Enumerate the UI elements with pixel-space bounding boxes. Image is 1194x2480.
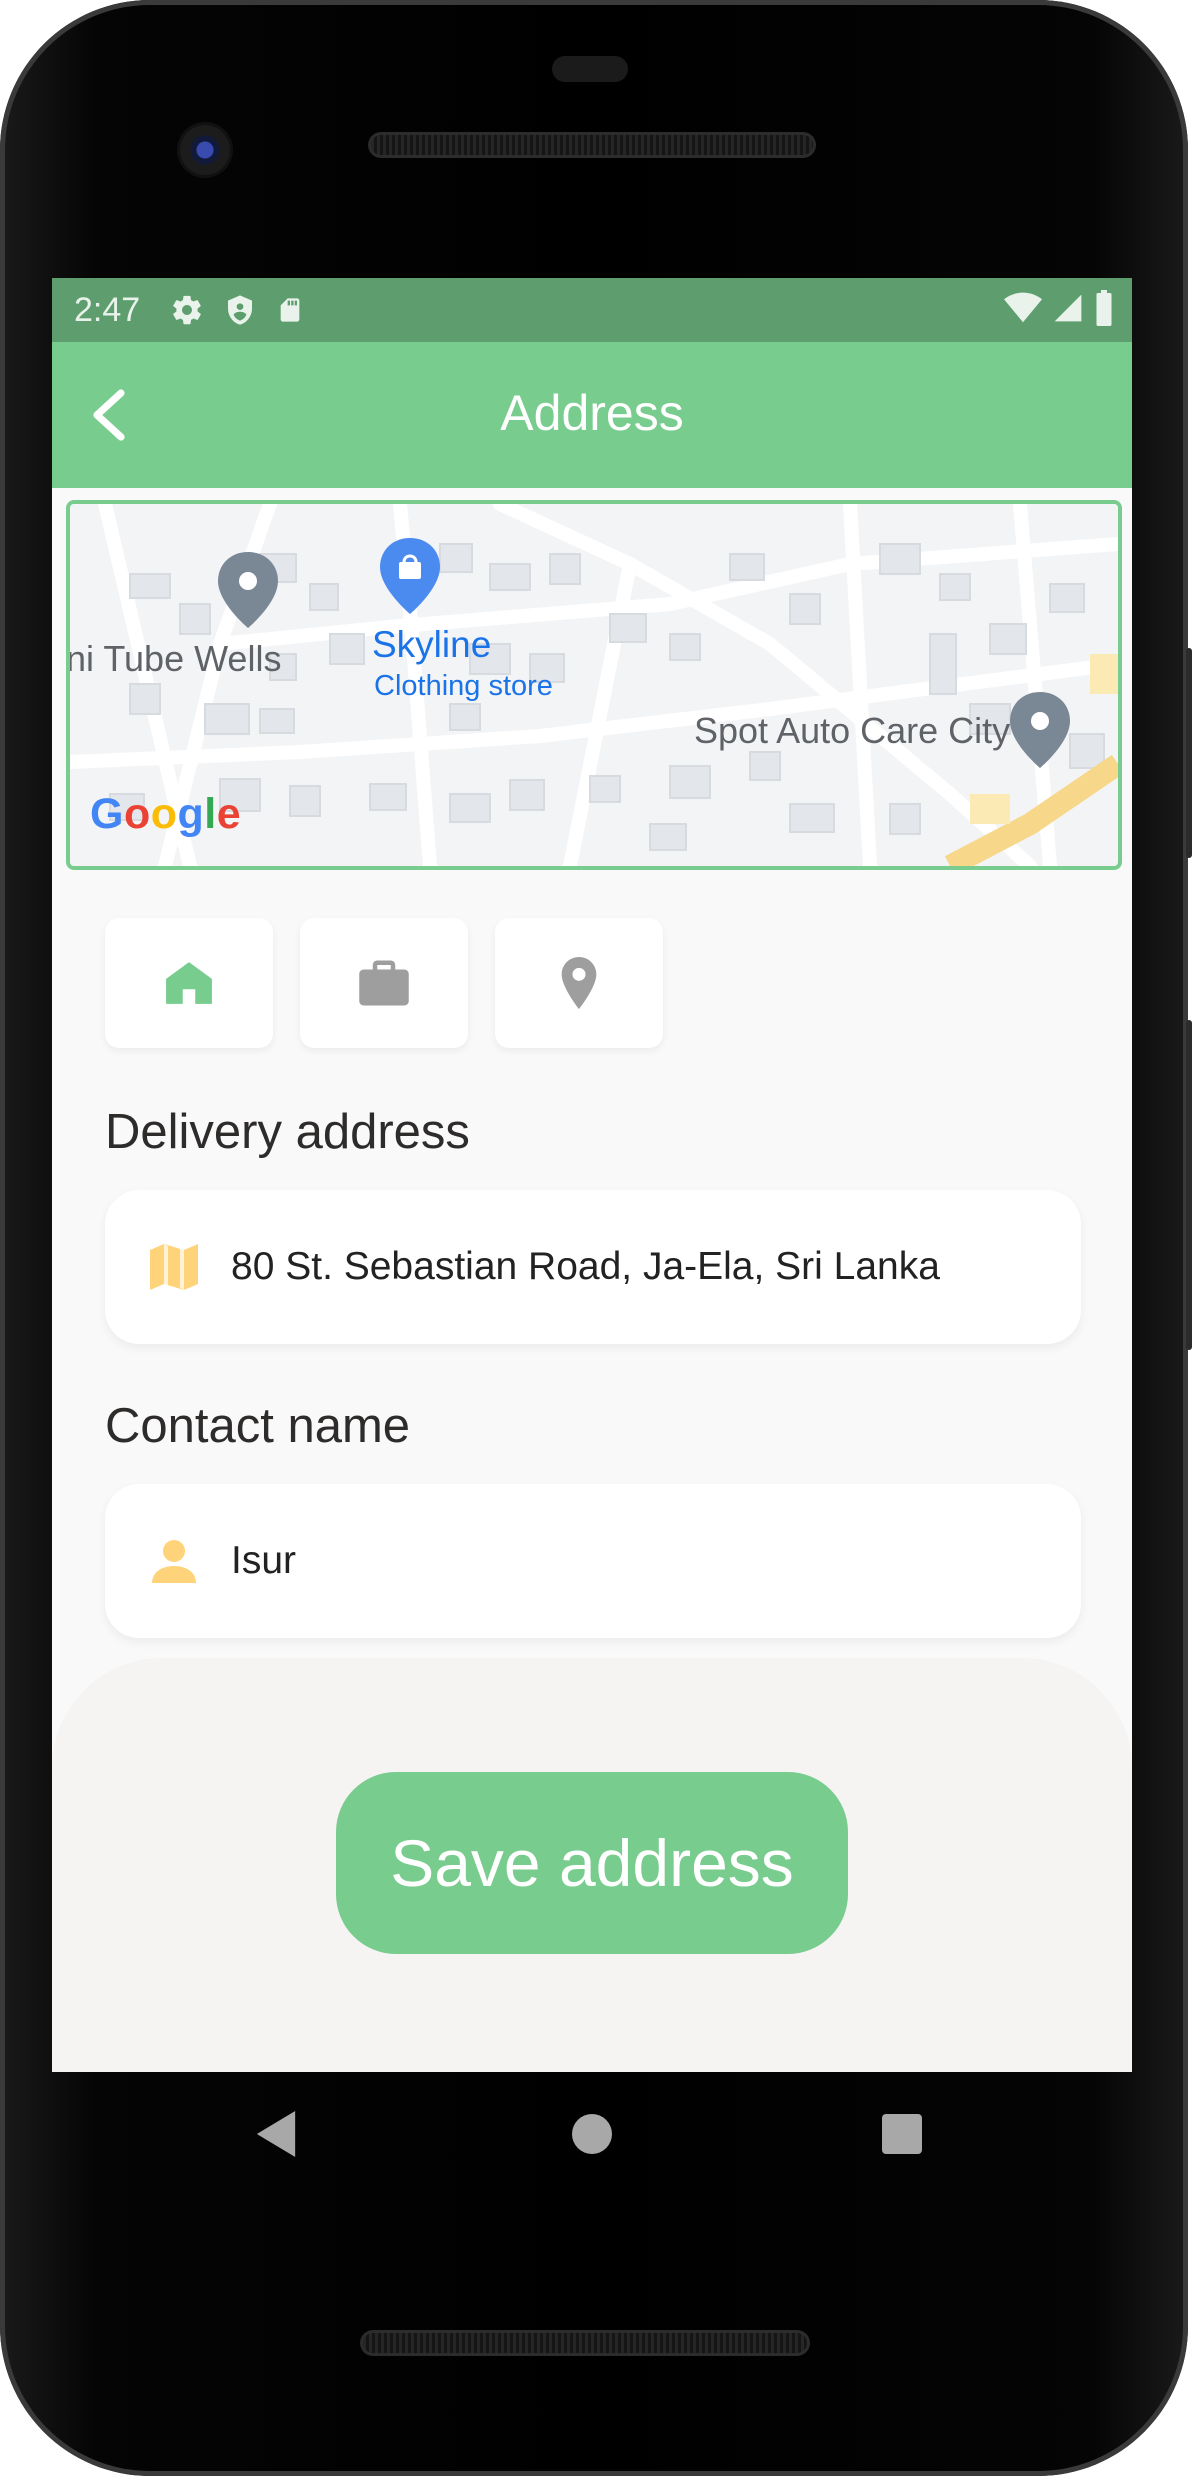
location-pin-icon: [561, 957, 597, 1009]
gear-icon: [170, 293, 204, 327]
map-label: ni Tube Wells: [66, 638, 282, 679]
home-icon: [166, 962, 212, 1004]
phone-frame: 2:47 Address ni Tube Wells Skyline Cloth…: [0, 0, 1192, 2476]
nav-home-button[interactable]: [562, 2104, 622, 2164]
bottom-speaker: [360, 2330, 810, 2356]
app-bar: Address: [52, 342, 1132, 488]
map-view[interactable]: ni Tube Wells Skyline Clothing store Spo…: [66, 500, 1122, 870]
map-label: Spot Auto Care City: [694, 710, 1011, 751]
contact-name-label: Contact name: [105, 1399, 411, 1453]
person-icon: [152, 1540, 196, 1583]
page-title: Address: [500, 385, 684, 441]
front-camera: [180, 125, 230, 175]
circle-home-icon: [572, 2114, 612, 2154]
map-label: Skyline: [372, 624, 492, 665]
contact-name-field[interactable]: Isur: [105, 1484, 1081, 1638]
contact-name-value: Isur: [231, 1539, 297, 1582]
map-label: Clothing store: [374, 670, 553, 702]
power-button: [1186, 648, 1192, 858]
battery-icon: [1094, 289, 1114, 331]
volume-button: [1186, 1020, 1192, 1350]
save-address-button[interactable]: Save address: [336, 1772, 848, 1954]
square-recents-icon: [882, 2114, 922, 2154]
status-bar: 2:47: [52, 278, 1132, 342]
status-time: 2:47: [74, 290, 141, 329]
address-type-other-button[interactable]: [495, 918, 663, 1048]
address-type-home-button[interactable]: [105, 918, 273, 1048]
signal-icon: [1052, 292, 1084, 329]
app-screen: 2:47 Address ni Tube Wells Skyline Cloth…: [52, 278, 1132, 2072]
earpiece-speaker: [368, 132, 816, 158]
sensor-slot: [552, 56, 628, 82]
map-icon: [150, 1244, 198, 1290]
triangle-back-icon: [256, 2111, 296, 2157]
wifi-icon: [1004, 292, 1042, 329]
nav-recents-button[interactable]: [872, 2104, 932, 2164]
briefcase-icon: [359, 960, 409, 1006]
delivery-address-value: 80 St. Sebastian Road, Ja-Ela, Sri Lanka: [231, 1245, 940, 1288]
sd-card-icon: [276, 294, 304, 326]
address-type-work-button[interactable]: [300, 918, 468, 1048]
google-logo: Google: [90, 790, 242, 838]
nav-back-button[interactable]: [246, 2104, 306, 2164]
delivery-address-field[interactable]: 80 St. Sebastian Road, Ja-Ela, Sri Lanka: [105, 1190, 1081, 1344]
delivery-address-label: Delivery address: [105, 1105, 470, 1159]
shield-icon: [224, 293, 256, 327]
